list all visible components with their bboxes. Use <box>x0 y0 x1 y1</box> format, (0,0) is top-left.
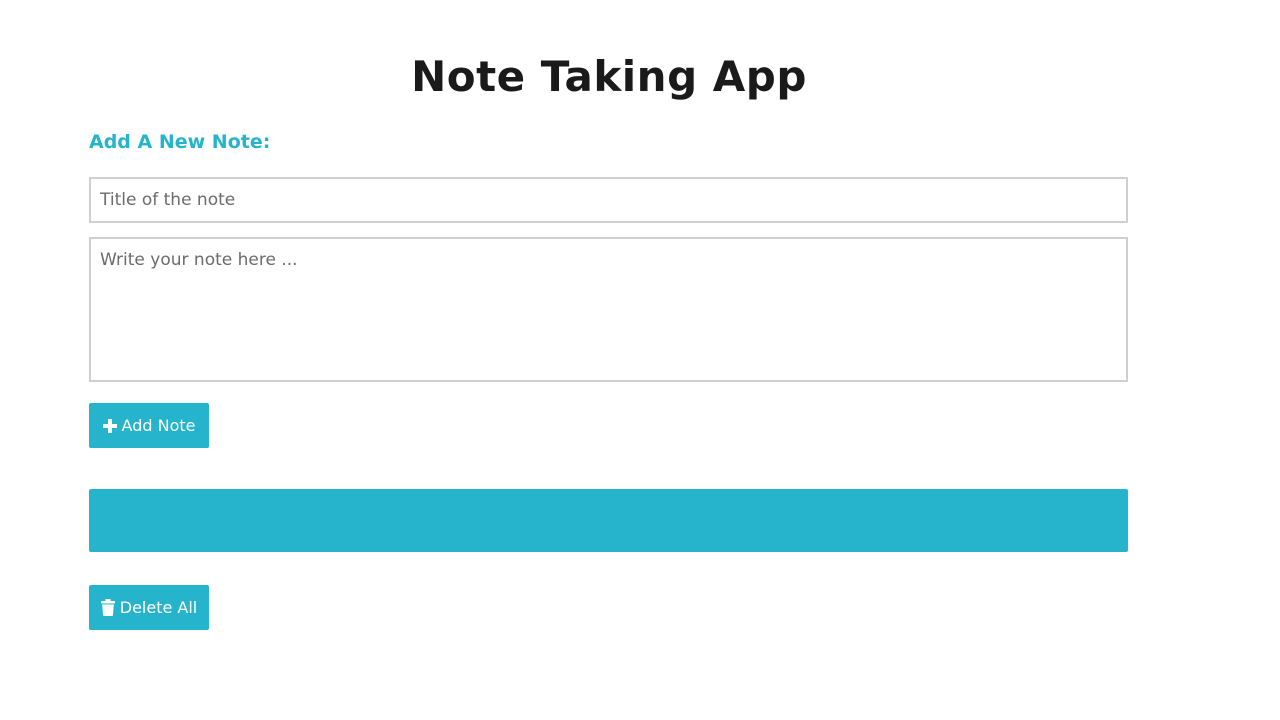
delete-all-label: Delete All <box>119 598 198 617</box>
add-note-heading: Add A New Note: <box>89 131 271 153</box>
plus-icon <box>102 418 117 433</box>
note-title-input[interactable] <box>89 177 1128 223</box>
add-note-button[interactable]: Add Note <box>89 403 209 448</box>
delete-all-button[interactable]: Delete All <box>89 585 209 630</box>
page-title: Note Taking App <box>411 52 807 101</box>
add-note-label: Add Note <box>121 416 196 435</box>
trash-icon <box>100 599 115 616</box>
note-body-textarea[interactable] <box>89 237 1128 382</box>
notes-list-container <box>89 489 1128 552</box>
